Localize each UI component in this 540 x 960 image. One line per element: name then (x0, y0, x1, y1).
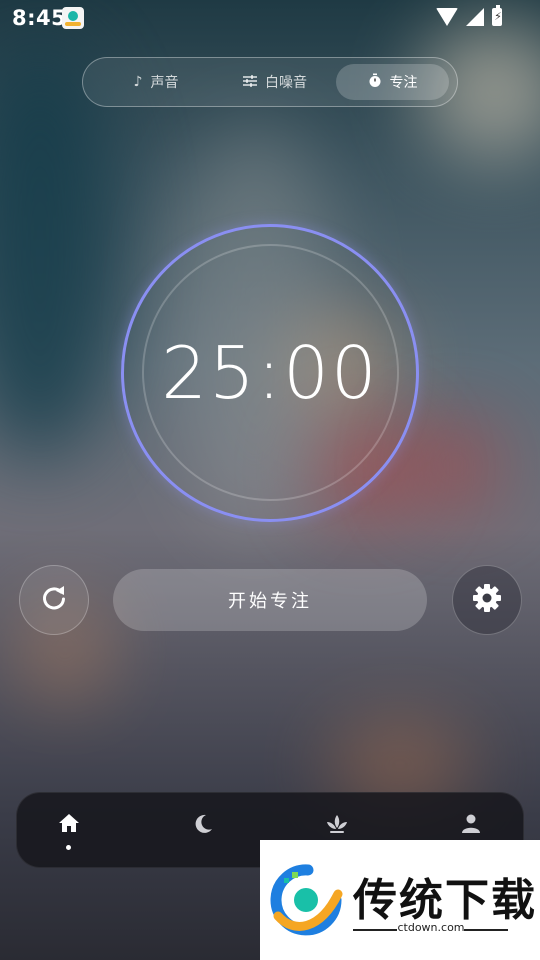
moon-icon (192, 813, 214, 839)
tab-white-noise[interactable]: 白噪音 (216, 64, 334, 100)
reset-button[interactable] (19, 565, 89, 635)
refresh-icon (39, 583, 69, 617)
nav-sleep[interactable] (183, 813, 223, 853)
settings-button[interactable] (452, 565, 522, 635)
tab-focus[interactable]: 专注 (336, 64, 449, 100)
battery-charging-icon: ⚡ (492, 5, 502, 26)
watermark-title: 传统下载 (353, 875, 537, 926)
person-icon (461, 813, 481, 837)
watermark-divider-right (464, 929, 508, 931)
status-bar: 8:45 ⚡ (0, 0, 540, 36)
wifi-icon (436, 8, 458, 26)
mode-tabs: ♪ 声音 白噪音 专注 (82, 57, 458, 107)
home-icon (58, 813, 80, 837)
signal-icon (466, 8, 484, 26)
watermark-overlay: 传统下载 ctdown.com (260, 840, 540, 960)
watermark-divider-left (353, 929, 397, 931)
tab-focus-label: 专注 (389, 75, 418, 91)
nav-active-indicator (66, 845, 71, 850)
tab-sound[interactable]: ♪ 声音 (101, 64, 211, 100)
timer-display: 25:00 (161, 331, 379, 415)
gear-icon (471, 582, 503, 618)
stopwatch-icon (368, 73, 382, 91)
lotus-icon (325, 813, 349, 839)
tab-white-noise-label: 白噪音 (265, 75, 307, 91)
ctdown-logo (270, 864, 344, 936)
tab-sound-label: 声音 (150, 75, 179, 91)
watermark-url: ctdown.com (397, 921, 465, 934)
status-time: 8:45 (12, 6, 67, 30)
start-focus-button[interactable]: 开始专注 (113, 569, 427, 631)
music-note-icon: ♪ (133, 74, 143, 90)
sliders-icon (243, 74, 257, 90)
nav-home[interactable] (49, 813, 89, 853)
app-notification-icon (62, 7, 84, 29)
